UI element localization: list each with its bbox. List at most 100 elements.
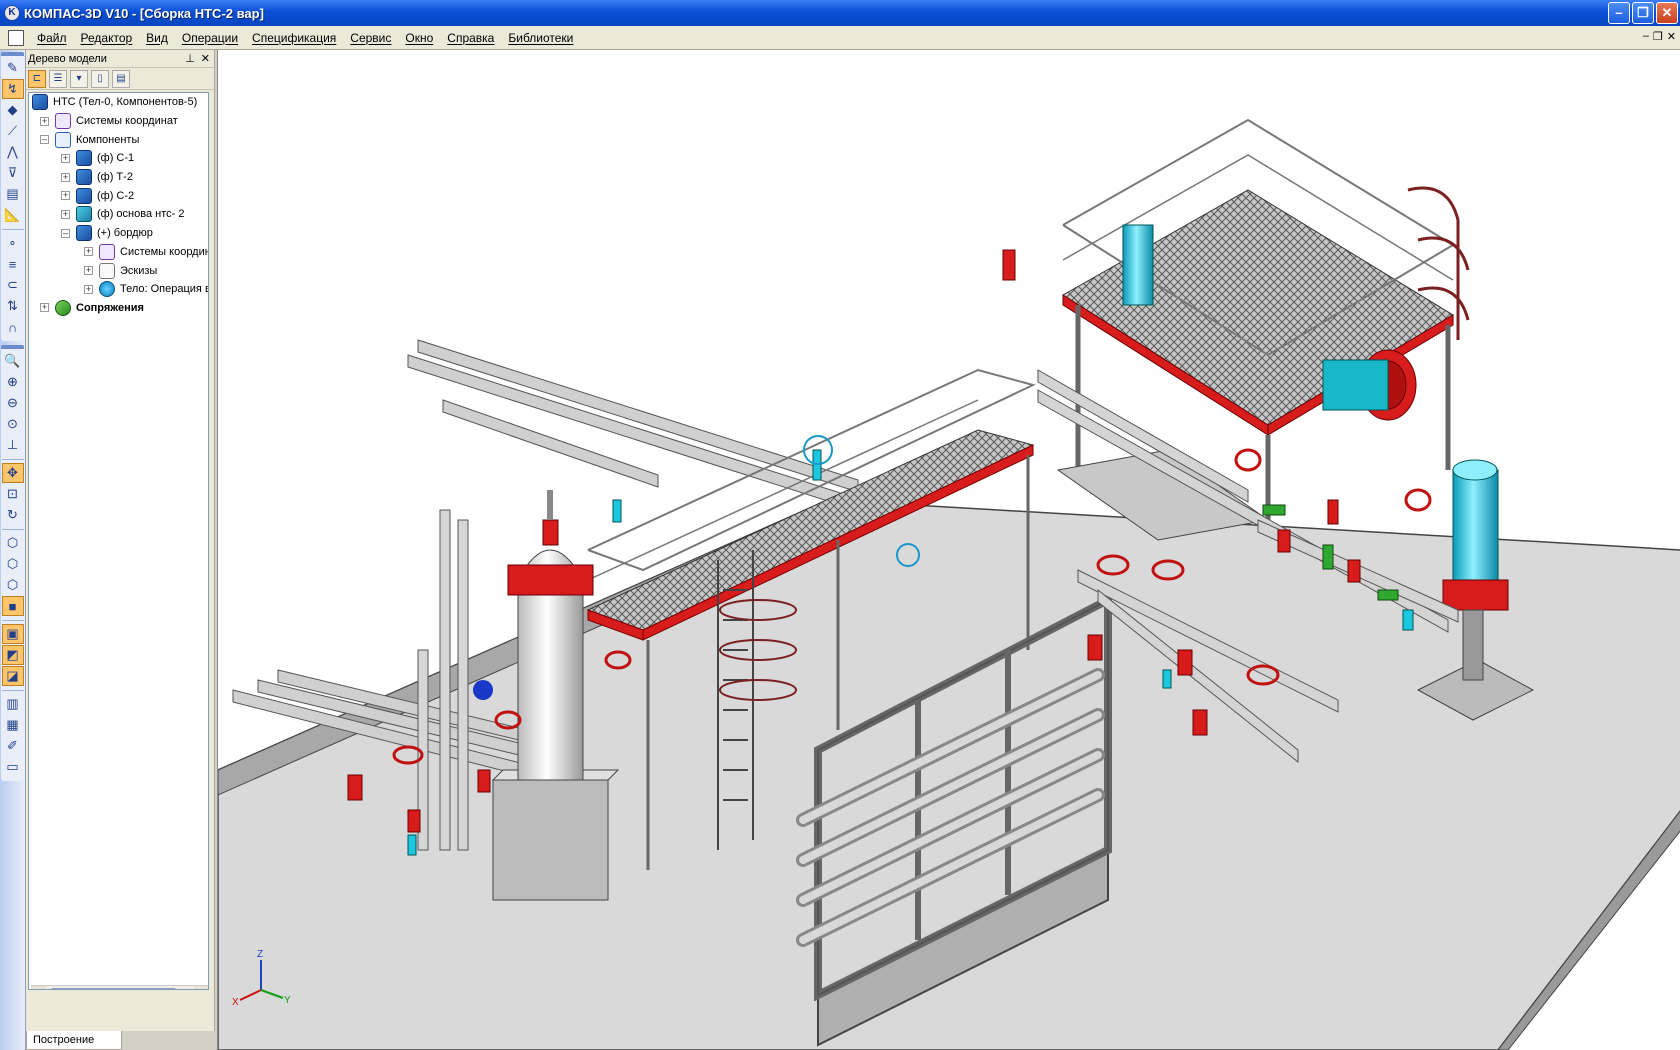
menu-help[interactable]: Справка bbox=[440, 31, 501, 45]
close-button[interactable]: ✕ bbox=[1656, 2, 1678, 24]
scroll-thumb[interactable] bbox=[51, 987, 176, 989]
mate-icon[interactable]: ⊂ bbox=[2, 275, 24, 295]
tree-node-sketches[interactable]: + Эскизы bbox=[29, 261, 208, 280]
arrays-icon[interactable]: ⟋ bbox=[2, 121, 24, 141]
menu-specification[interactable]: Спецификация bbox=[245, 31, 343, 45]
build-tab[interactable]: Построение bbox=[26, 1031, 122, 1050]
zoom-dynamic-icon[interactable]: ⊡ bbox=[2, 484, 24, 504]
tree-view-mode-icon[interactable]: ☰ bbox=[49, 69, 67, 88]
measure-icon[interactable]: 📐 bbox=[2, 205, 24, 225]
section-icon[interactable]: ◪ bbox=[1, 666, 24, 686]
doc-close-icon[interactable]: ✕ bbox=[1667, 30, 1676, 43]
expand-icon[interactable]: + bbox=[61, 209, 70, 219]
edit-parts-icon[interactable]: ✎ bbox=[2, 58, 24, 78]
tree-node-t2[interactable]: + (ф) Т-2 bbox=[29, 168, 208, 187]
model-tree-panel: Дерево модели ⊥ ✕ ⊏ ☰ ▾ ▯ ▤ НТС (Тел-0, … bbox=[26, 50, 215, 1031]
toolbar-group-tools: ✎ ↯ ◆ ⟋ ⋀ ⊽ ▤ 📐 ∘ ≡ ⊂ ⇅ ∩ bbox=[1, 52, 24, 341]
toolbar-grip[interactable] bbox=[1, 345, 24, 349]
specification-icon[interactable]: ▤ bbox=[2, 184, 24, 204]
panel-close-icon[interactable]: ✕ bbox=[201, 52, 210, 65]
orientation-icon[interactable]: ⊥ bbox=[2, 435, 24, 455]
tree-structure-icon[interactable]: ⊏ bbox=[28, 69, 46, 88]
menu-file[interactable]: Файл bbox=[30, 31, 74, 45]
document-window-controls: – ❐ ✕ bbox=[1643, 30, 1676, 43]
maximize-button[interactable]: ❐ bbox=[1632, 2, 1654, 24]
sheet-list-icon[interactable]: ▤ bbox=[112, 69, 130, 88]
pipe-icon[interactable]: ≡ bbox=[2, 254, 24, 274]
menu-window[interactable]: Окно bbox=[398, 31, 440, 45]
pin-icon[interactable]: ⊥ bbox=[185, 52, 195, 65]
scroll-right-icon[interactable]: ▶ bbox=[194, 985, 208, 989]
collapse-icon[interactable]: – bbox=[61, 228, 70, 238]
expand-icon[interactable]: + bbox=[40, 116, 49, 126]
doc-restore-icon[interactable]: ❐ bbox=[1653, 30, 1663, 43]
toolbar-grip[interactable] bbox=[1, 52, 24, 56]
expand-icon[interactable]: + bbox=[61, 172, 70, 182]
thin-hidden-lines-icon[interactable]: ⬡ bbox=[2, 575, 24, 595]
menu-view[interactable]: Вид bbox=[139, 31, 175, 45]
drawing-icon[interactable]: ✐ bbox=[2, 736, 24, 756]
expand-icon[interactable]: + bbox=[84, 284, 93, 294]
spatial-curves-icon[interactable]: ↯ bbox=[1, 79, 24, 99]
part-icon bbox=[76, 206, 92, 223]
menu-service[interactable]: Сервис bbox=[343, 31, 398, 45]
model-tree-toolbar: ⊏ ☰ ▾ ▯ ▤ bbox=[26, 68, 214, 90]
tree-node-coord-systems[interactable]: + Системы координат bbox=[29, 112, 208, 131]
model-tree-title: Дерево модели bbox=[28, 52, 107, 65]
expand-icon[interactable]: + bbox=[61, 191, 70, 201]
tree-node-mates[interactable]: + Сопряжения bbox=[29, 299, 208, 318]
collapse-icon[interactable]: – bbox=[40, 135, 49, 145]
move-component-icon[interactable]: ⇅ bbox=[2, 296, 24, 316]
filters-icon[interactable]: ⊽ bbox=[2, 163, 24, 183]
perspective-icon[interactable]: ◩ bbox=[1, 645, 24, 665]
zoom-all-icon[interactable]: ⊙ bbox=[2, 414, 24, 434]
coordinate-system-icon bbox=[55, 113, 71, 130]
expand-icon[interactable]: + bbox=[61, 153, 70, 163]
toolbar-separator bbox=[1, 456, 24, 460]
library-manager-icon[interactable]: ▥ bbox=[2, 694, 24, 714]
wireframe-icon[interactable]: ⬡ bbox=[2, 533, 24, 553]
tree-node-base[interactable]: + (ф) основа нтс- 2 bbox=[29, 205, 208, 224]
tree-node-label: Системы координат bbox=[76, 115, 178, 128]
tree-node-c2[interactable]: + (ф) С-2 bbox=[29, 186, 208, 205]
report-icon[interactable]: ▭ bbox=[2, 757, 24, 777]
surfaces-icon[interactable]: ◆ bbox=[2, 100, 24, 120]
zoom-in-icon[interactable]: ⊕ bbox=[2, 372, 24, 392]
zoom-out-icon[interactable]: ⊖ bbox=[2, 393, 24, 413]
tree-node-body[interactable]: + Тело: Операция в bbox=[29, 280, 208, 299]
toolbar-separator bbox=[1, 226, 24, 230]
menu-operations[interactable]: Операции bbox=[175, 31, 245, 45]
sheet-icon[interactable]: ▯ bbox=[91, 69, 109, 88]
window-controls: – ❐ ✕ bbox=[1608, 2, 1678, 24]
document-icon[interactable] bbox=[8, 29, 24, 46]
menu-libraries[interactable]: Библиотеки bbox=[501, 31, 580, 45]
expand-icon[interactable]: + bbox=[84, 247, 93, 257]
tree-node-c1[interactable]: + (ф) С-1 bbox=[29, 149, 208, 168]
auxiliary-geometry-icon[interactable]: ⋀ bbox=[2, 142, 24, 162]
minimize-button[interactable]: – bbox=[1608, 2, 1630, 24]
rotate-component-icon[interactable]: ∩ bbox=[2, 317, 24, 337]
properties-icon[interactable]: ▦ bbox=[2, 715, 24, 735]
tree-node-label: (ф) С-1 bbox=[97, 152, 135, 165]
tree-node-components[interactable]: – Компоненты bbox=[29, 130, 208, 149]
tree-horizontal-scrollbar[interactable]: ◀ ▶ bbox=[31, 985, 208, 989]
point-icon[interactable]: ∘ bbox=[2, 233, 24, 253]
zoom-window-icon[interactable]: 🔍 bbox=[2, 351, 24, 371]
3d-model-viewport[interactable]: Z X Y bbox=[217, 50, 1680, 1050]
tree-node-root[interactable]: НТС (Тел-0, Компонентов-5) bbox=[29, 93, 208, 112]
menu-editor[interactable]: Редактор bbox=[74, 31, 140, 45]
hidden-lines-icon[interactable]: ⬡ bbox=[2, 554, 24, 574]
panel-buttons: ⊥ ✕ bbox=[185, 52, 214, 65]
doc-minimize-icon[interactable]: – bbox=[1643, 30, 1649, 43]
pan-icon[interactable]: ✥ bbox=[1, 463, 24, 483]
tree-node-border-coord[interactable]: + Системы координа bbox=[29, 243, 208, 262]
dropdown-arrow-icon[interactable]: ▾ bbox=[70, 69, 88, 88]
rotate-view-icon[interactable]: ↻ bbox=[2, 505, 24, 525]
expand-icon[interactable]: + bbox=[84, 266, 93, 276]
kompas-logo-icon: K bbox=[4, 5, 20, 21]
shaded-edges-icon[interactable]: ▣ bbox=[1, 624, 24, 644]
tree-node-border[interactable]: – (+) бордюр bbox=[29, 224, 208, 243]
expand-icon[interactable]: + bbox=[40, 303, 49, 313]
scroll-left-icon[interactable]: ◀ bbox=[31, 985, 47, 989]
shaded-icon[interactable]: ■ bbox=[1, 596, 24, 616]
